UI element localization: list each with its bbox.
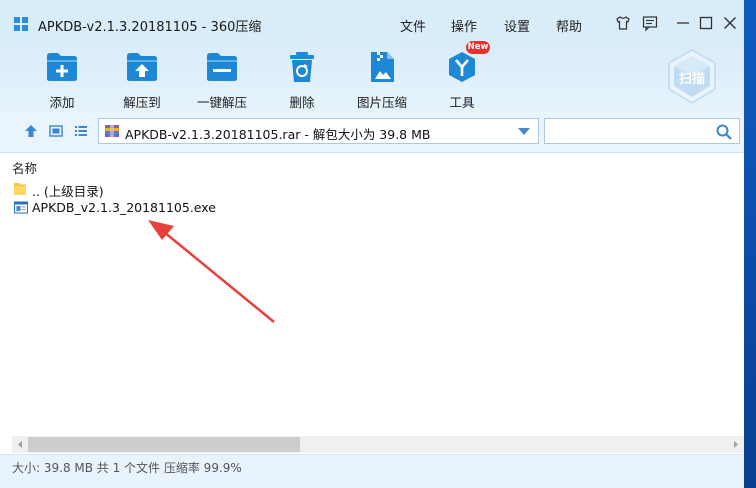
extract-to-button[interactable]: 解压到 — [110, 50, 174, 111]
tools-icon — [449, 52, 475, 82]
close-icon[interactable] — [721, 14, 739, 32]
folder-icon — [14, 183, 26, 195]
desktop-edge — [744, 0, 756, 488]
extract-to-icon — [127, 53, 157, 81]
extract-to-label: 解压到 — [123, 95, 161, 110]
list-item-name: .. (上级目录) — [32, 184, 104, 199]
exe-file-icon — [14, 201, 28, 214]
scroll-right-icon[interactable] — [728, 436, 744, 453]
rar-archive-icon — [105, 125, 119, 137]
status-text: 大小: 39.8 MB 共 1 个文件 压缩率 99.9% — [12, 461, 242, 475]
scan-label: 扫描 — [678, 72, 705, 87]
new-badge: New — [466, 41, 490, 54]
skin-icon[interactable] — [614, 14, 632, 32]
window-title: APKDB-v2.1.3.20181105 - 360压缩 — [38, 20, 262, 35]
menu-operation[interactable]: 操作 — [451, 16, 477, 35]
chevron-down-icon[interactable] — [518, 128, 530, 135]
list-item-name: APKDB_v2.1.3_20181105.exe — [32, 200, 216, 215]
maximize-icon[interactable] — [697, 14, 715, 32]
path-combobox[interactable]: APKDB-v2.1.3.20181105.rar - 解包大小为 39.8 M… — [98, 118, 539, 144]
menu-settings[interactable]: 设置 — [504, 16, 530, 35]
scrollbar-thumb[interactable] — [28, 437, 300, 452]
app-logo-icon — [14, 17, 28, 31]
search-icon[interactable] — [715, 123, 733, 141]
add-label: 添加 — [49, 95, 75, 110]
one-click-extract-label: 一键解压 — [196, 95, 247, 110]
delete-button[interactable]: 删除 — [270, 50, 334, 111]
image-compress-button[interactable]: 图片压缩 — [350, 50, 414, 111]
add-icon — [47, 53, 77, 81]
one-click-extract-icon — [207, 53, 237, 81]
horizontal-scrollbar[interactable] — [12, 436, 744, 453]
up-level-icon[interactable] — [24, 124, 38, 138]
minimize-icon[interactable] — [674, 14, 692, 32]
recycle-bin-icon — [290, 52, 314, 82]
path-text: APKDB-v2.1.3.20181105.rar - 解包大小为 39.8 M… — [125, 127, 431, 142]
annotation-arrow — [148, 220, 275, 323]
one-click-extract-button[interactable]: 一键解压 — [190, 50, 254, 111]
image-compress-icon — [371, 52, 394, 82]
delete-label: 删除 — [289, 95, 315, 110]
search-input[interactable] — [544, 118, 740, 144]
menu-file[interactable]: 文件 — [400, 16, 426, 35]
list-view-icon[interactable] — [74, 124, 88, 138]
menu-help[interactable]: 帮助 — [556, 16, 582, 35]
image-compress-label: 图片压缩 — [356, 95, 407, 110]
add-button[interactable]: 添加 — [30, 50, 94, 111]
scroll-left-icon[interactable] — [12, 436, 28, 453]
column-header-name[interactable]: 名称 — [12, 158, 37, 177]
feedback-icon[interactable] — [641, 14, 659, 32]
app-window: APKDB-v2.1.3.20181105 - 360压缩 文件 操作 设置 帮… — [0, 0, 744, 488]
tools-button[interactable]: 工具 — [430, 50, 494, 111]
tools-label: 工具 — [449, 95, 475, 110]
thumbnail-view-icon[interactable] — [49, 124, 63, 138]
scan-button[interactable]: 扫描 — [666, 49, 718, 105]
